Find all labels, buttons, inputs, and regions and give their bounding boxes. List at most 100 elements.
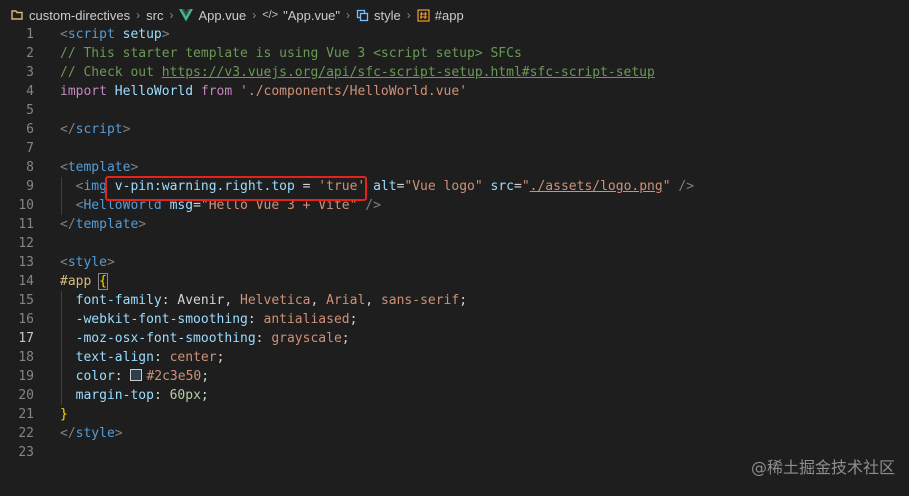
code-token: Helvetica [240,293,311,308]
code-token: ./assets/logo.png [529,179,663,194]
code-token: 60px [169,388,201,403]
code-line[interactable]: 15 font-family: Avenir, Helvetica, Arial… [0,291,909,310]
line-number: 6 [26,122,34,137]
code-token: : [153,388,170,403]
code-line[interactable]: 22 </style> [0,424,909,443]
line-code: text-align: center; [60,348,225,367]
code-line[interactable]: 7 [0,139,909,158]
code-token: grayscale [271,331,342,346]
code-token: -moz-osx-font-smoothing [75,331,256,346]
code-token: { [98,273,108,290]
code-token: : [114,369,131,384]
code-line[interactable]: 17 -moz-osx-font-smoothing: grayscale; [0,329,909,348]
code-line[interactable]: 19 color: #2c3e50; [0,367,909,386]
code-token: : [153,350,170,365]
breadcrumb-src[interactable]: src [146,8,163,23]
line-number: 14 [18,274,34,289]
code-line[interactable]: 18 text-align: center; [0,348,909,367]
line-code: color: #2c3e50; [60,367,209,386]
breadcrumb-file[interactable]: App.vue [179,8,246,23]
line-number: 8 [26,160,34,175]
code-token: style [67,255,107,270]
line-code: <style> [60,253,115,272]
code-token: ; [200,388,209,403]
hash-selector-icon [417,8,430,22]
code-line[interactable]: 4 import HelloWorld from './components/He… [0,82,909,101]
line-number: 11 [18,217,34,232]
code-token: ; [341,331,350,346]
code-line[interactable]: 8 <template> [0,158,909,177]
code-token: sans-serif [380,293,460,308]
line-number: 21 [18,407,34,422]
line-code: -moz-osx-font-smoothing: grayscale; [60,329,350,348]
line-number: 16 [18,312,34,327]
breadcrumb-file-label: App.vue [198,7,247,23]
code-token: from [200,84,233,99]
line-code: </template> [60,215,146,234]
breadcrumb-style[interactable]: style [356,8,401,23]
indent-guide [61,177,62,215]
code-token: ; [216,350,225,365]
line-number: 17 [18,331,34,346]
line-number: 7 [26,141,34,156]
chevron-right-icon: › [406,8,411,22]
code-line[interactable]: 6 </script> [0,120,909,139]
code-line[interactable]: 21} [0,405,909,424]
code-token: script [67,27,115,42]
code-line[interactable]: 12 [0,234,909,253]
code-token: ; [459,293,468,308]
code-editor[interactable]: 1 <script setup> 2 // This starter template… [0,25,909,496]
code-token: import [60,84,107,99]
code-token: > [161,27,170,42]
line-code: <template> [60,158,138,177]
code-line[interactable]: 5 [0,101,909,120]
line-code: // Check out https://v3.vuejs.org/api/sf… [60,63,655,82]
code-token: , [310,293,327,308]
line-number: 4 [26,84,34,99]
line-code: margin-top: 60px; [60,386,209,405]
code-token: color [75,369,115,384]
breadcrumb-component-label: "App.vue" [283,7,341,23]
code-token: < [60,255,68,270]
line-number: 9 [26,179,34,194]
vue-file-icon [179,8,194,22]
code-line[interactable]: 13 <style> [0,253,909,272]
code-token: </ [60,217,76,232]
code-token: HelloWorld [114,84,194,99]
code-line[interactable]: 3 // Check out https://v3.vuejs.org/api/s… [0,63,909,82]
line-code: </script> [60,120,130,139]
code-line[interactable]: 16 -webkit-font-smoothing: antialiased; [0,310,909,329]
code-token: style [75,426,115,441]
code-token: src [490,179,514,194]
code-token: ; [349,312,358,327]
breadcrumb-folder[interactable]: custom-directives [10,8,130,23]
color-swatch-icon[interactable] [130,369,143,381]
line-code: #app { [60,272,108,291]
code-line[interactable]: 1 <script setup> [0,25,909,44]
code-line[interactable]: 11 </template> [0,215,909,234]
code-line[interactable]: 2 // This starter template is using Vue 3… [0,44,909,63]
line-number: 15 [18,293,34,308]
breadcrumb-selector-label: #app [434,7,464,23]
code-token: // Check out [60,65,162,80]
code-tag-icon: </> [262,9,279,21]
line-code: font-family: Avenir, Helvetica, Arial, s… [60,291,467,310]
line-number: 13 [18,255,34,270]
code-line[interactable]: 14 #app { [0,272,909,291]
code-token: setup [122,27,162,42]
line-number: 3 [26,65,34,80]
code-line[interactable]: 20 margin-top: 60px; [0,386,909,405]
code-token: = [514,179,522,194]
code-token: // This starter template is using Vue 3 … [60,46,522,61]
code-token: < [60,27,68,42]
code-token: /> [670,179,695,194]
code-token: alt [373,179,397,194]
breadcrumb-component[interactable]: </> "App.vue" [262,8,340,23]
line-number: 2 [26,46,34,61]
code-token: antialiased [263,312,350,327]
breadcrumb-selector[interactable]: #app [417,8,464,23]
